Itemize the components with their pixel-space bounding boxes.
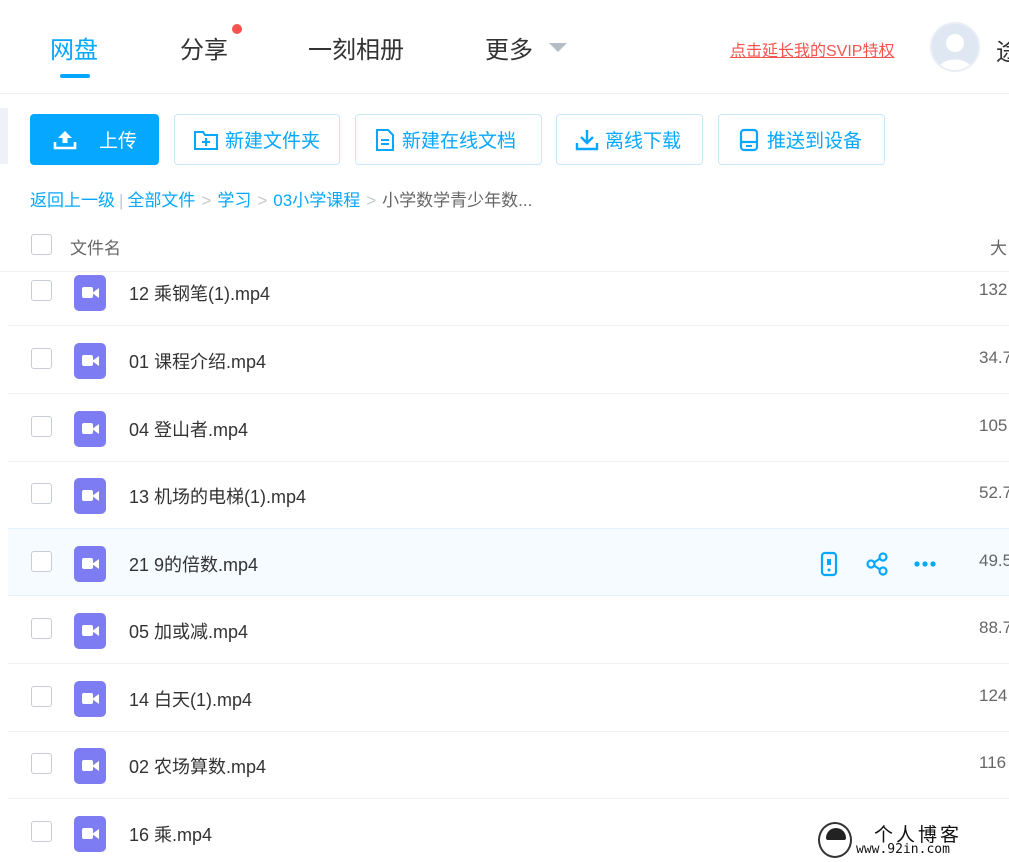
file-size: 88.7 [979,618,1009,637]
video-file-icon [74,816,106,852]
file-size: 34.7 [979,348,1009,367]
file-name[interactable]: 12 乘钢笔(1).mp4 [129,280,270,306]
tab-more[interactable]: 更多 [485,30,533,65]
video-file-icon [74,411,106,447]
row-checkbox[interactable] [31,753,52,774]
select-all-checkbox[interactable] [31,234,52,255]
table-row[interactable]: 04 登山者.mp4 105 [8,394,1009,462]
table-row[interactable]: 14 白天(1).mp4 124 [8,664,1009,732]
new-doc-button[interactable]: 新建在线文档 [355,114,542,165]
new-folder-button[interactable]: 新建文件夹 [174,114,340,165]
column-header-name[interactable]: 文件名 [70,234,121,259]
video-file-icon [74,478,106,514]
table-row[interactable]: 02 农场算数.mp4 116 [8,731,1009,799]
upload-button[interactable]: 上传 [30,114,159,165]
tab-album[interactable]: 一刻相册 [308,30,404,65]
row-checkbox[interactable] [31,686,52,707]
file-size: 132 [979,280,1008,299]
watermark-url: www.92in.com [856,842,950,857]
file-name[interactable]: 05 加或减.mp4 [129,618,248,644]
file-name[interactable]: 16 乘.mp4 [129,821,212,847]
new-doc-label: 新建在线文档 [402,131,517,152]
row-actions [816,551,938,577]
top-nav: 网盘 分享 一刻相册 更多 点击延长我的SVIP特权 途 [0,0,1009,94]
table-row[interactable]: 12 乘钢笔(1).mp4 132 [8,258,1009,326]
row-checkbox[interactable] [31,551,52,572]
breadcrumb-back[interactable]: 返回上一级 [30,191,115,210]
sidebar-edge [0,108,8,164]
row-checkbox[interactable] [31,416,52,437]
row-checkbox[interactable] [31,618,52,639]
avatar[interactable] [930,22,980,72]
offline-download-button[interactable]: 离线下载 [556,114,703,165]
file-name[interactable]: 14 白天(1).mp4 [129,686,252,712]
file-size: 105 [979,416,1008,435]
video-file-icon [74,613,106,649]
active-tab-indicator [60,74,90,78]
more-options-icon[interactable] [912,551,938,577]
breadcrumb-separator: > [257,191,268,210]
upload-label: 上传 [99,131,138,152]
share-icon[interactable] [864,551,890,577]
file-size: 49.5 [979,551,1009,570]
file-name[interactable]: 02 农场算数.mp4 [129,753,266,779]
breadcrumb-item-courses[interactable]: 03小学课程 [273,191,360,210]
new-folder-label: 新建文件夹 [225,131,321,152]
send-to-phone-icon[interactable] [816,551,842,577]
watermark-logo-icon [818,822,852,858]
table-row[interactable]: 05 加或减.mp4 88.7 [8,596,1009,664]
table-row[interactable]: 01 课程介绍.mp4 34.7 [8,326,1009,394]
watermark: 个人博客 www.92in.com [812,818,1009,862]
video-file-icon [74,546,106,582]
file-size: 52.7 [979,483,1009,502]
breadcrumb-divider: | [119,191,124,210]
tab-share[interactable]: 分享 [180,30,228,65]
breadcrumb-item-study[interactable]: 学习 [217,191,251,210]
row-checkbox[interactable] [31,483,52,504]
video-file-icon [74,748,106,784]
tab-netdisk[interactable]: 网盘 [50,30,98,65]
table-row-hovered[interactable]: 21 9的倍数.mp4 49.5 [8,528,1009,596]
svip-renew-link[interactable]: 点击延长我的SVIP特权 [730,37,894,61]
file-size: 124 [979,686,1008,705]
device-icon [739,128,759,151]
user-avatar-icon [938,34,972,70]
notification-badge [232,24,242,34]
table-row[interactable]: 13 机场的电梯(1).mp4 52.7 [8,461,1009,529]
download-icon [575,129,599,150]
breadcrumb-separator: > [366,191,377,210]
folder-plus-icon [194,130,218,150]
column-header-size[interactable]: 大 [990,234,1007,259]
row-checkbox[interactable] [31,348,52,369]
row-checkbox[interactable] [31,280,52,301]
push-device-label: 推送到设备 [767,131,863,152]
breadcrumb: 返回上一级 | 全部文件 > 学习 >03小学课程 > 小学数学青少年数... [30,186,532,211]
upload-icon [53,130,77,149]
offline-download-label: 离线下载 [605,131,682,152]
breadcrumb-separator: > [201,191,212,210]
file-name[interactable]: 21 9的倍数.mp4 [129,551,258,577]
document-icon [376,128,394,151]
username[interactable]: 途 [996,32,1009,67]
video-file-icon [74,681,106,717]
file-name[interactable]: 13 机场的电梯(1).mp4 [129,483,306,509]
file-name[interactable]: 04 登山者.mp4 [129,416,248,442]
chevron-down-icon[interactable] [549,43,567,52]
row-checkbox[interactable] [31,821,52,842]
file-name[interactable]: 01 课程介绍.mp4 [129,348,266,374]
file-size: 116 [979,753,1007,772]
video-file-icon [74,343,106,379]
video-file-icon [74,275,106,311]
push-device-button[interactable]: 推送到设备 [718,114,885,165]
breadcrumb-item-all-files[interactable]: 全部文件 [127,191,195,210]
breadcrumb-current: 小学数学青少年数... [382,191,533,210]
